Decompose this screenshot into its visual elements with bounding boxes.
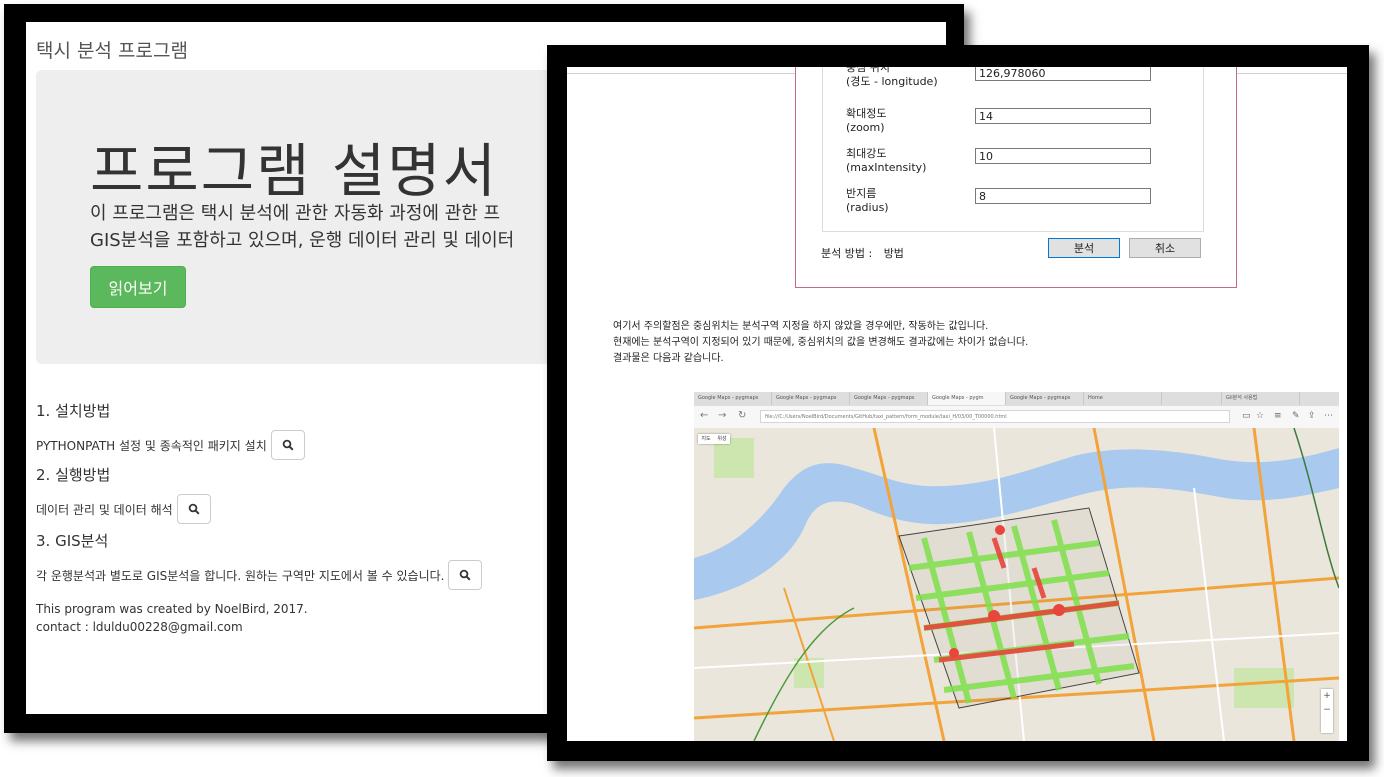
field-label-en: (maxIntensity) <box>846 161 927 174</box>
footer-contact: contact : lduldu00228@gmail.com <box>36 620 243 634</box>
browser-tab[interactable]: Google Maps - pygmaps <box>694 392 772 405</box>
read-more-button[interactable]: 읽어보기 <box>90 266 186 308</box>
longitude-input[interactable]: 126,978060 <box>975 67 1151 81</box>
radius-input[interactable]: 8 <box>975 188 1151 204</box>
field-label-en: (radius) <box>846 201 889 214</box>
field-label-ko: 중심 위치 <box>846 67 890 74</box>
heatmap-hotspot <box>949 648 959 658</box>
field-label-zoom: 확대정도 (zoom) <box>846 107 886 135</box>
section-row-run: 데이터 관리 및 데이터 해석 <box>36 494 211 524</box>
field-label-ko: 최대강도 <box>846 147 887 160</box>
analysis-method: 분석 방법 : 방법 <box>821 245 904 261</box>
field-label-longitude: 중심 위치 (경도 - longitude) <box>846 67 938 89</box>
field-label-en: (경도 - longitude) <box>846 75 938 88</box>
browser-tab-bar: Google Maps - pygmaps Google Maps - pygm… <box>694 392 1339 406</box>
explanation-text: 여기서 주의할점은 중심위치는 분석구역 지정을 하지 않았을 경우에만, 작동… <box>613 319 1028 367</box>
page-title: 프로그램 설명서 <box>90 137 498 205</box>
explanation-line-3: 결과물은 다음과 같습니다. <box>613 353 724 364</box>
map-type-satellite[interactable]: 위성 <box>714 434 730 444</box>
reading-view-icon[interactable]: ▭ <box>1242 411 1251 421</box>
gis-detail-button[interactable] <box>448 560 483 590</box>
field-label-ko: 확대정도 <box>846 107 887 120</box>
zoom-out-button[interactable]: − <box>1321 703 1333 717</box>
section-text-install: PYTHONPATH 설정 및 종속적인 패키지 설치 <box>36 438 267 453</box>
browser-tab[interactable]: Google Maps - pygmaps <box>1006 392 1084 405</box>
address-bar[interactable]: file:///C:/Users/NoelBird/Documents/GitH… <box>760 410 1230 423</box>
field-label-en: (zoom) <box>846 121 885 134</box>
field-label-radius: 반지름 (radius) <box>846 187 889 215</box>
zoom-control: + − <box>1321 689 1333 733</box>
section-heading-run: 2. 실행방법 <box>36 466 111 484</box>
section-heading-install: 1. 설치방법 <box>36 402 111 420</box>
browser-tab[interactable]: Google Maps - pygmaps <box>850 392 928 405</box>
analyze-button[interactable]: 분석 <box>1048 238 1120 258</box>
browser-tab[interactable]: Gil분석 사용법 <box>1222 392 1300 405</box>
map-type-map[interactable]: 지도 <box>698 434 714 444</box>
more-icon[interactable]: ⋯ <box>1324 411 1333 421</box>
field-label-ko: 반지름 <box>846 187 877 200</box>
gis-manual-page: 중심 위치 (경도 - longitude) 126,978060 확대정도 (… <box>567 67 1347 741</box>
explanation-line-1: 여기서 주의할점은 중심위치는 분석구역 지정을 하지 않았을 경우에만, 작동… <box>613 321 989 332</box>
section-heading-gis: 3. GIS분석 <box>36 532 109 550</box>
zoom-in-button[interactable]: + <box>1321 689 1333 703</box>
back-icon[interactable]: ← <box>700 410 708 421</box>
search-icon <box>188 503 200 515</box>
install-detail-button[interactable] <box>270 430 305 460</box>
park-area <box>714 438 754 478</box>
favorite-star-icon[interactable]: ☆ <box>1256 411 1264 421</box>
browser-toolbar: ← → ↻ file:///C:/Users/NoelBird/Document… <box>694 406 1339 429</box>
result-browser-screenshot: Google Maps - pygmaps Google Maps - pygm… <box>694 392 1339 741</box>
hub-icon[interactable]: ≡ <box>1274 411 1282 421</box>
refresh-icon[interactable]: ↻ <box>738 410 746 421</box>
browser-tab[interactable]: Home <box>1084 392 1162 405</box>
browser-tab[interactable] <box>1162 392 1222 405</box>
heatmap-map[interactable] <box>694 428 1339 741</box>
footer-credit: This program was created by NoelBird, 20… <box>36 602 308 616</box>
share-icon[interactable]: ⇪ <box>1308 411 1316 421</box>
cancel-button[interactable]: 취소 <box>1129 238 1201 258</box>
run-detail-button[interactable] <box>176 494 211 524</box>
navbar-brand[interactable]: 택시 분석 프로그램 <box>36 36 188 63</box>
map-type-control[interactable]: 지도 위성 <box>698 434 730 444</box>
zoom-input[interactable]: 14 <box>975 108 1151 124</box>
analysis-dialog: 중심 위치 (경도 - longitude) 126,978060 확대정도 (… <box>795 67 1237 288</box>
section-text-gis: 각 운행분석과 별도로 GIS분석을 합니다. 원하는 구역만 지도에서 볼 수… <box>36 568 445 583</box>
analysis-form: 중심 위치 (경도 - longitude) 126,978060 확대정도 (… <box>822 67 1204 232</box>
section-text-run: 데이터 관리 및 데이터 해석 <box>36 502 173 517</box>
method-value[interactable]: 방법 <box>884 247 904 260</box>
explanation-line-2: 현재에는 분석구역이 지정되어 있기 때문에, 중심위치의 값을 변경해도 결과… <box>613 337 1029 348</box>
heatmap-hotspot <box>995 525 1005 535</box>
search-icon <box>282 439 294 451</box>
section-row-gis: 각 운행분석과 별도로 GIS분석을 합니다. 원하는 구역만 지도에서 볼 수… <box>36 560 483 590</box>
search-icon <box>460 569 471 581</box>
note-icon[interactable]: ✎ <box>1292 411 1300 421</box>
browser-tab[interactable]: Google Maps - pygmaps <box>772 392 850 405</box>
heatmap-hotspot <box>1053 604 1065 616</box>
method-label: 분석 방법 : <box>821 247 873 260</box>
field-label-max-intensity: 최대강도 (maxIntensity) <box>846 147 926 175</box>
section-row-install: PYTHONPATH 설정 및 종속적인 패키지 설치 <box>36 430 305 460</box>
heatmap-hotspot <box>988 610 1000 622</box>
gis-manual-window: 중심 위치 (경도 - longitude) 126,978060 확대정도 (… <box>547 45 1369 761</box>
browser-tab-active[interactable]: Google Maps - pygm <box>928 392 1006 405</box>
max-intensity-input[interactable]: 10 <box>975 148 1151 164</box>
forward-icon[interactable]: → <box>718 410 726 421</box>
